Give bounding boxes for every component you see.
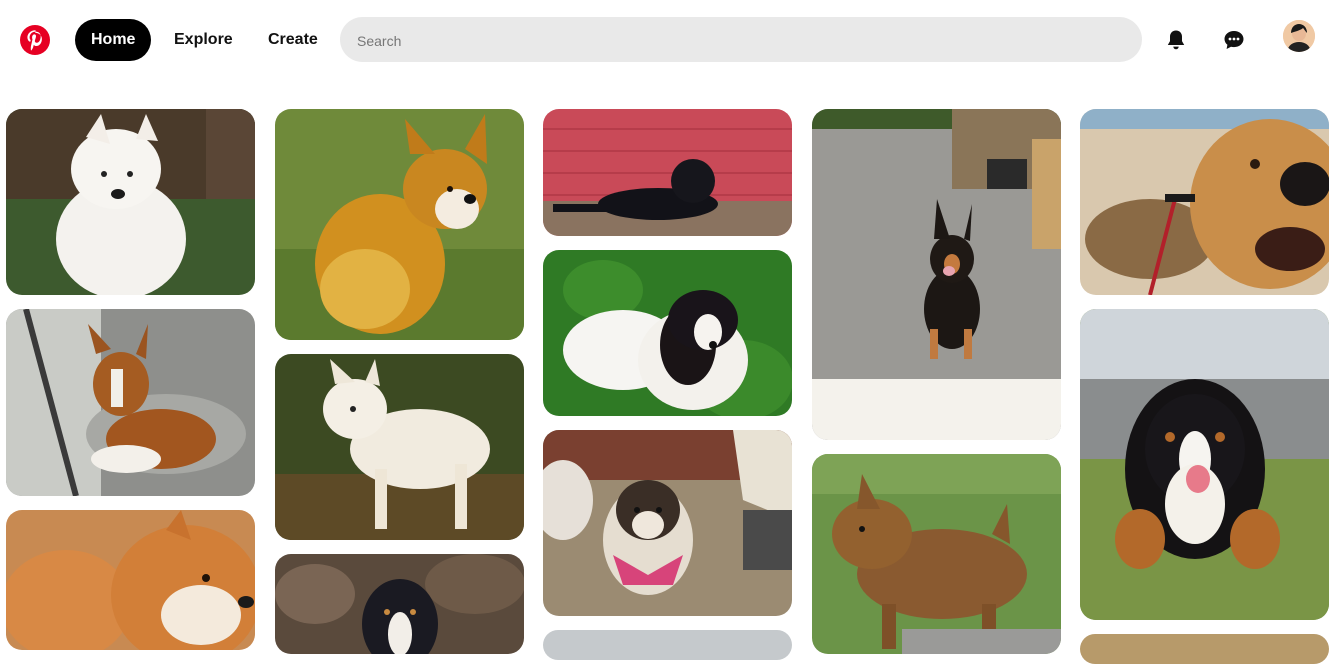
pin-image [543,109,792,236]
pin-card[interactable]: shepherd mix in garage [812,109,1061,440]
pin-description: bernese puppy [1080,309,1081,310]
pin-image [1080,109,1329,295]
pin-description: dog [543,630,544,631]
pin-image [6,109,255,295]
pin-description: shiba inu [6,510,7,511]
pinterest-logo[interactable] [20,25,50,55]
pin-card[interactable]: black dog on wall [543,109,792,236]
pin-description: bloodhound close-up [1080,109,1081,110]
pin-image [812,454,1061,654]
pin-description: white westie [6,109,7,110]
pin-image [275,554,524,654]
pin-description: tricolor puppy [275,554,276,555]
pin-description: white shepherd [275,354,276,355]
pin-image [6,510,255,650]
pin-card[interactable]: bernese puppy [1080,309,1329,620]
pin-card[interactable]: basenji on couch [6,309,255,496]
pin-card[interactable]: white westie [6,109,255,295]
pin-card[interactable]: norwich terrier [812,454,1061,654]
pin-description: papillon in leaves [543,250,544,251]
nav-home-button[interactable]: Home [75,19,152,61]
pin-description: norwich terrier [812,454,813,455]
pin-description: shepherd mix in garage [812,109,813,110]
pin-card[interactable]: shih tzu with bandana [543,430,792,616]
pin-image [6,309,255,496]
pin-card[interactable]: white shepherd [275,354,524,540]
pin-image [1080,309,1329,620]
pin-image [543,630,792,660]
pin-card[interactable]: bloodhound close-up [1080,109,1329,295]
nav-create-button[interactable]: Create [252,19,334,61]
pin-card[interactable]: tricolor puppy [275,554,524,654]
pin-image [543,250,792,416]
avatar[interactable] [1283,20,1315,52]
pin-image [812,109,1061,440]
pin-description: dog [1080,634,1081,635]
chat-icon[interactable] [1222,28,1246,52]
pin-description: corgi on grass [275,109,276,110]
pin-image [275,109,524,340]
nav-explore-button[interactable]: Explore [158,19,249,61]
pin-image [543,430,792,616]
pin-description: black dog on wall [543,109,544,110]
pin-description: shih tzu with bandana [543,430,544,431]
pin-description: basenji on couch [6,309,7,310]
pin-card[interactable]: corgi on grass [275,109,524,340]
pin-card[interactable]: papillon in leaves [543,250,792,416]
bell-icon[interactable] [1164,28,1188,52]
search-bar[interactable] [340,17,1142,64]
top-navigation: Home Explore Create [0,0,1340,80]
pin-card[interactable]: dog [543,630,792,660]
search-input[interactable] [355,17,1119,64]
pin-card[interactable]: shiba inu [6,510,255,650]
pin-image [275,354,524,540]
